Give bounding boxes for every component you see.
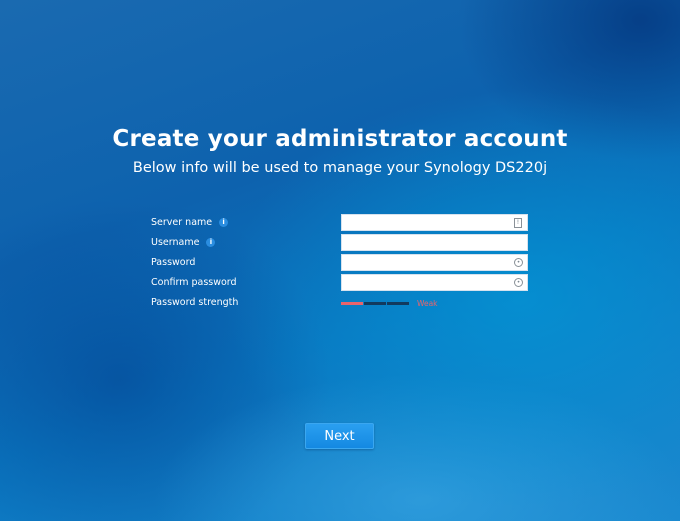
page-title: Create your administrator account xyxy=(112,126,568,152)
username-label: Username i xyxy=(151,237,216,248)
strength-text: Weak xyxy=(417,299,438,308)
show-password-icon[interactable]: • xyxy=(514,258,523,267)
id-card-icon[interactable]: ! xyxy=(514,218,522,228)
username-input[interactable] xyxy=(342,240,511,255)
password-strength-meter: Weak xyxy=(341,299,438,308)
server-name-label-text: Server name xyxy=(151,217,213,228)
strength-segment xyxy=(364,302,386,305)
strength-segment xyxy=(341,302,363,305)
confirm-password-input[interactable] xyxy=(342,280,511,295)
server-name-field: ! xyxy=(341,214,528,235)
username-field xyxy=(341,234,528,255)
password-field: • xyxy=(341,254,528,275)
next-button[interactable]: Next xyxy=(305,423,374,449)
username-label-text: Username xyxy=(151,237,200,248)
server-name-input[interactable] xyxy=(342,220,511,235)
info-icon[interactable]: i xyxy=(206,238,216,247)
confirm-password-field: • xyxy=(341,274,528,295)
password-label-text: Password xyxy=(151,257,196,268)
password-label: Password xyxy=(151,257,195,268)
server-name-label: Server name i xyxy=(151,217,229,228)
confirm-password-label-text: Confirm password xyxy=(151,277,237,288)
strength-segment xyxy=(387,302,409,305)
show-password-icon[interactable]: • xyxy=(514,278,523,287)
info-icon[interactable]: i xyxy=(219,218,229,227)
password-strength-label-text: Password strength xyxy=(151,297,239,308)
password-strength-label: Password strength xyxy=(151,297,238,308)
confirm-password-label: Confirm password xyxy=(151,277,237,288)
password-input[interactable] xyxy=(342,260,511,275)
page-subtitle: Below info will be used to manage your S… xyxy=(132,160,548,176)
